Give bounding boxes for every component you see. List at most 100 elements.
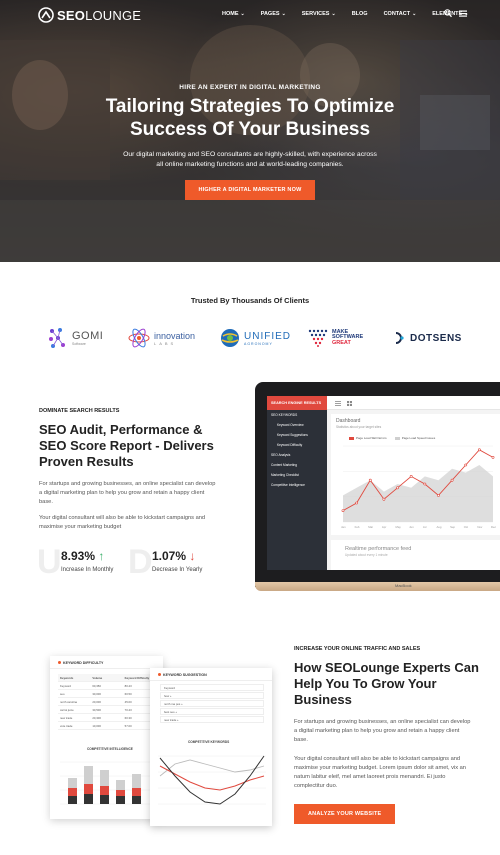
- chevron-down-icon: ⌄: [331, 11, 336, 17]
- table-cell: vote trade: [60, 723, 73, 728]
- arrow-down-icon: ↓: [189, 549, 196, 563]
- gomi-name: GOMI: [72, 330, 104, 342]
- keyword-table: Keywords Volume Keyword Difficulty Keyword 6…: [58, 674, 155, 730]
- arrow-up-icon: ↑: [98, 549, 105, 563]
- logo[interactable]: SEOLOUNGE: [38, 7, 141, 23]
- series-line: [159, 759, 265, 777]
- unified-sub: AGRONOMY: [244, 341, 273, 346]
- brand-logo-gomi: GOMI Software: [48, 325, 103, 351]
- x-tick-label: Apr: [382, 525, 386, 529]
- card2-title: Realtime performance feed: [345, 546, 412, 552]
- line-point: [409, 475, 413, 478]
- sidebar-item[interactable]: Keyword Overview: [267, 420, 327, 430]
- table-cell: carrot juice: [60, 707, 74, 712]
- stat-label: Increase In Monthly: [61, 567, 114, 573]
- traffic-paragraph-1: For startups and growing businesses, an …: [294, 719, 471, 743]
- x-tick-label: Mar: [368, 525, 373, 529]
- table-header-cell: Keywords: [60, 675, 74, 680]
- stat-increase: U 8.93% ↑ Increase In Monthly: [37, 543, 139, 581]
- keyword-difficulty-mockup: KEYWORD DIFFICULTY Keywords Volume Keyword…: [50, 656, 163, 819]
- sidebar-item[interactable]: Keyword Suggestions: [267, 430, 327, 440]
- table-cell: 60,350: [92, 683, 101, 688]
- list-item: how +: [160, 692, 264, 699]
- analyze-website-button[interactable]: ANALYZE YOUR WEBSITE: [294, 804, 396, 824]
- x-tick-label: Jul: [423, 525, 427, 529]
- table-cell: 20,300: [92, 715, 101, 720]
- keyword-suggestion-list: Keyword how + north ma pos + best seo + new …: [160, 684, 264, 724]
- menu-item-home[interactable]: HOME ⌄: [222, 11, 245, 17]
- laptop-screen: SEARCH ENGINE RESULTS SEO KEYWORDS Keywor…: [267, 396, 500, 570]
- unified-name: UNIFIED: [244, 330, 291, 342]
- gomi-sub: Software: [72, 342, 86, 346]
- table-row: seo 30,000 60.50: [58, 690, 155, 698]
- menu-item-services[interactable]: SERVICES ⌄: [302, 11, 336, 17]
- x-tick-label: May: [396, 525, 402, 529]
- menu-item-blog[interactable]: BLOG: [352, 11, 368, 17]
- chevron-down-icon: ⌄: [281, 11, 286, 17]
- card2-subtitle: Updated about every 1 minute: [345, 553, 388, 557]
- seo-audit-paragraph-2: Your digital consultant will also be abl…: [39, 515, 206, 530]
- hero-title-line2: Success Of Your Business: [129, 119, 371, 140]
- mock-header: KEYWORD SUGGESTION: [150, 668, 272, 681]
- x-tick-label: Jan: [341, 525, 346, 529]
- area-series: [343, 465, 493, 522]
- seo-audit-paragraph-1: For startups and growing businesses, an …: [39, 481, 216, 505]
- line-point: [491, 456, 495, 459]
- stat-value: 1.07% ↓: [152, 549, 196, 563]
- table-row: carrot juice 30,500 70.43: [58, 706, 155, 714]
- stat-bg-letter: U: [37, 543, 62, 581]
- table-row: Keyword 60,350 80.43: [58, 682, 155, 690]
- chevron-down-icon: ⌄: [240, 11, 245, 17]
- menu-item-contact[interactable]: CONTACT ⌄: [384, 11, 417, 17]
- hamburger-menu-icon: [335, 401, 341, 406]
- hamburger-menu-icon[interactable]: [459, 9, 467, 18]
- x-tick-label: Nov: [477, 525, 483, 529]
- line-point: [382, 497, 386, 501]
- hire-marketer-button[interactable]: HIGHER A DIGITAL MARKETER NOW: [184, 180, 316, 200]
- series-line: [159, 755, 265, 805]
- top-navigation: SEOLOUNGE HOME ⌄ PAGES ⌄ SERVICES ⌄ BLOG CO…: [0, 0, 500, 30]
- traffic-eyebrow: INCREASE YOUR ONLINE TRAFFIC AND SALES: [294, 646, 421, 652]
- atom-logo-icon: [128, 328, 150, 348]
- dashboard-line-chart: Jan Feb Mar Apr May Jun Jul Aug Sep Oct Nov Dec: [341, 445, 497, 529]
- x-tick-label: Oct: [464, 525, 469, 529]
- innovation-sub: LABS: [154, 340, 177, 346]
- grid-icon: [347, 401, 352, 406]
- brand-logo-make-software-great: MAKE SOFTWARE GREAT: [308, 325, 363, 351]
- menu-item-pages[interactable]: PAGES ⌄: [261, 11, 286, 17]
- sidebar-item[interactable]: SEO Analysis: [267, 450, 327, 460]
- stat-value: 8.93% ↑: [61, 549, 105, 563]
- table-header-row: Keywords Volume Keyword Difficulty: [58, 674, 155, 682]
- hero-section: SEOLOUNGE HOME ⌄ PAGES ⌄ SERVICES ⌄ BLOG CO…: [0, 0, 500, 262]
- sidebar-item[interactable]: Keyword Difficulty: [267, 440, 327, 450]
- nav-icons: [444, 9, 467, 18]
- table-row: north carolina 20,000 45.00: [58, 698, 155, 706]
- x-tick-label: Feb: [355, 525, 360, 529]
- logo-text: SEOLOUNGE: [57, 7, 142, 23]
- mini-chart-title: COMPETITIVE KEYWORDS: [188, 740, 230, 744]
- search-icon[interactable]: [444, 9, 452, 18]
- laptop-brand-label: MacBook: [395, 583, 412, 588]
- sidebar-item[interactable]: SEO KEYWORDS: [267, 410, 327, 420]
- x-tick-label: Sep: [450, 525, 455, 529]
- list-item: best seo +: [160, 708, 264, 715]
- dotsens-logo-icon: [395, 332, 404, 344]
- sidebar-item[interactable]: Competitive Intelligence: [267, 480, 327, 490]
- list-item: north ma pos +: [160, 700, 264, 707]
- table-cell: new trade: [60, 715, 73, 720]
- x-tick-label: Dec: [491, 525, 497, 529]
- chevron-down-icon: ⌄: [412, 11, 417, 17]
- line-point: [450, 478, 454, 482]
- list-item: Keyword: [160, 684, 264, 691]
- line-point: [477, 448, 481, 452]
- sidebar-item[interactable]: Content Marketing: [267, 460, 327, 470]
- mock-header: KEYWORD DIFFICULTY: [50, 656, 163, 669]
- dashboard-topbar: [327, 396, 500, 410]
- line-point: [437, 494, 440, 497]
- client-logos: GOMI Software innovation LABS UNIFIED AG…: [48, 325, 468, 351]
- bar-group: [68, 766, 141, 804]
- table-cell: north carolina: [60, 699, 77, 704]
- seo-audit-eyebrow: DOMINATE SEARCH RESULTS: [39, 408, 120, 414]
- sidebar-item[interactable]: Marketing Checklist: [267, 470, 327, 480]
- table-cell: 10,000: [92, 723, 101, 728]
